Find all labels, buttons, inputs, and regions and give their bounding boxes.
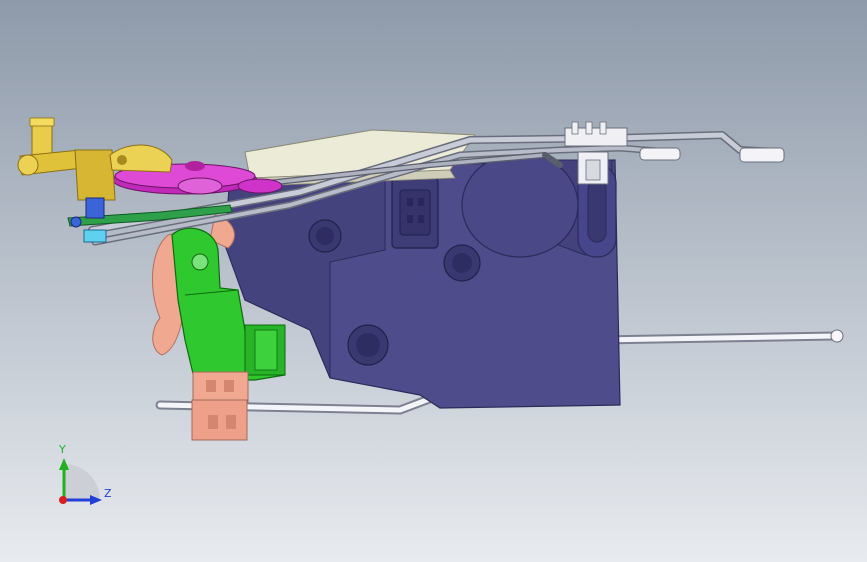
model-canvas[interactable] bbox=[0, 0, 867, 562]
bottom-clip[interactable] bbox=[191, 371, 249, 441]
cad-viewport[interactable]: Y Z bbox=[0, 0, 867, 562]
triad-z-label: Z bbox=[104, 487, 112, 500]
x-axis-dot-icon bbox=[59, 496, 67, 504]
triad-y-label: Y bbox=[59, 443, 66, 456]
